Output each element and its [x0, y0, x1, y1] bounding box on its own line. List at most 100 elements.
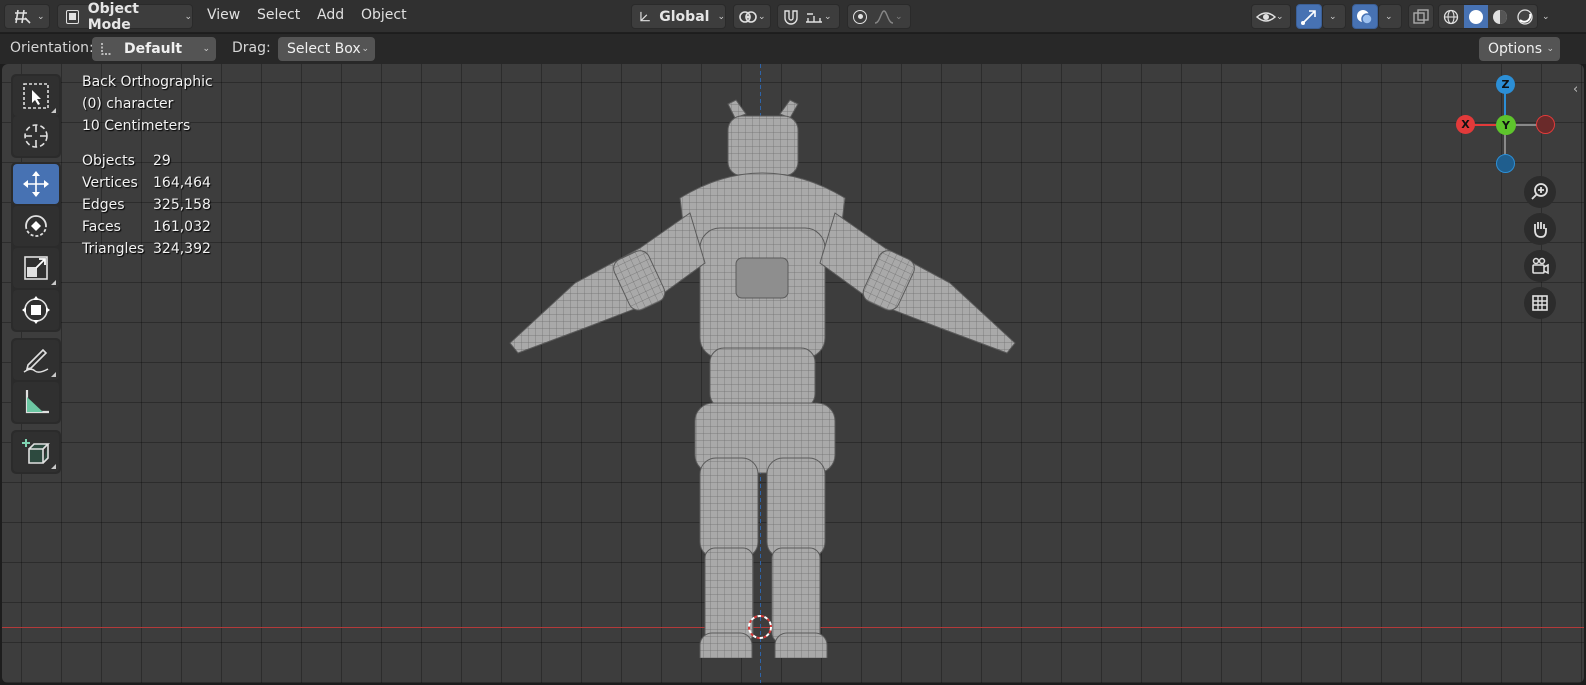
solid-shading-icon[interactable]: [1463, 5, 1488, 28]
mode-selector[interactable]: Object Mode ⌄: [57, 1, 193, 33]
pan-button[interactable]: [1524, 213, 1556, 245]
gizmo-neg-x-axis[interactable]: [1536, 115, 1555, 134]
orientation-label: Global: [659, 8, 710, 25]
chevron-down-icon: ⌄: [1329, 11, 1337, 22]
zoom-button[interactable]: [1524, 176, 1556, 208]
ortho-toggle-button[interactable]: [1524, 287, 1556, 319]
transform-icon: [22, 296, 50, 324]
material-shading-icon[interactable]: [1488, 5, 1513, 28]
xray-toggle[interactable]: [1408, 4, 1434, 29]
shading-options[interactable]: ⌄: [1540, 4, 1558, 29]
stat-triangles-label: Triangles: [82, 241, 145, 257]
select-box-icon: [23, 83, 49, 109]
view-name: Back Orthographic: [82, 74, 213, 90]
proportional-edit-icon: [853, 9, 867, 24]
drag-dropdown[interactable]: Select Box ⌄: [278, 37, 375, 61]
orientation-label: Orientation:: [10, 40, 94, 56]
3d-viewport[interactable]: Back Orthographic (0) character 10 Centi…: [2, 64, 1584, 683]
cursor-tool[interactable]: [13, 116, 59, 156]
chevron-down-icon: ⌄: [758, 11, 766, 22]
menu-select[interactable]: Select: [257, 7, 300, 23]
chevron-down-icon: ⌄: [202, 44, 210, 54]
falloff-curve-icon: [874, 9, 894, 24]
annotate-tool[interactable]: [13, 340, 59, 380]
collection-line: (0) character: [82, 96, 174, 112]
stat-vertices-value: 164,464: [153, 175, 211, 191]
chevron-down-icon: ⌄: [1546, 44, 1554, 54]
gizmo-x-axis[interactable]: X: [1456, 115, 1475, 134]
chevron-down-icon: ⌄: [824, 11, 832, 22]
overlays-icon: [1357, 9, 1373, 25]
measure-tool[interactable]: [13, 382, 59, 422]
viewport-header: ⌄ Object Mode ⌄ View Select Add Object G…: [0, 0, 1586, 33]
character-model[interactable]: [500, 64, 1060, 658]
orientation-dropdown[interactable]: Default ⌄: [92, 37, 216, 61]
add-cube-tool[interactable]: [13, 432, 59, 472]
move-icon: [23, 171, 49, 197]
pivot-icon: [739, 10, 757, 23]
camera-view-button[interactable]: [1524, 250, 1556, 282]
editor-type-button[interactable]: ⌄: [4, 4, 50, 29]
rendered-shading-icon[interactable]: [1513, 5, 1538, 28]
grid-editor-icon: [15, 9, 31, 24]
move-tool[interactable]: [13, 164, 59, 204]
transform-tool[interactable]: [13, 290, 59, 330]
wireframe-shading-icon[interactable]: [1439, 5, 1464, 28]
gizmo-options[interactable]: ⌄: [1322, 4, 1346, 29]
scale-tool[interactable]: [13, 248, 59, 288]
overlays-toggle[interactable]: [1352, 4, 1378, 29]
proportional-edit-group[interactable]: ⌄: [847, 4, 911, 29]
gizmo-y-axis[interactable]: Y: [1496, 115, 1516, 135]
menu-object[interactable]: Object: [361, 7, 407, 23]
grid-icon: [1532, 295, 1548, 311]
magnet-icon: [784, 9, 798, 25]
stat-faces-value: 161,032: [153, 219, 211, 235]
menu-add[interactable]: Add: [317, 7, 344, 23]
hand-icon: [1534, 222, 1547, 238]
measure-icon: [25, 390, 49, 414]
orientation-axes-icon: [101, 43, 112, 55]
chevron-down-icon: ⌄: [1276, 11, 1284, 22]
select-box-tool[interactable]: [13, 76, 59, 116]
gizmo-toggle[interactable]: [1296, 4, 1322, 29]
orientation-axes-icon: [640, 11, 650, 21]
cursor-icon: [24, 124, 48, 148]
visibility-selector[interactable]: ⌄: [1251, 4, 1291, 29]
snap-increment-icon: [806, 12, 822, 23]
chevron-down-icon: ⌄: [895, 11, 903, 22]
menu-view[interactable]: View: [207, 7, 240, 23]
scale-icon: [24, 256, 48, 280]
sidebar-toggle-icon[interactable]: ‹: [1573, 82, 1578, 97]
add-cube-icon: [22, 439, 50, 464]
snap-group[interactable]: ⌄: [777, 4, 840, 29]
chevron-down-icon: ⌄: [37, 11, 45, 22]
camera-icon: [1532, 257, 1549, 275]
chevron-down-icon: ⌄: [361, 44, 369, 54]
rotate-tool[interactable]: [13, 206, 59, 246]
gizmo-neg-z-axis[interactable]: [1496, 154, 1515, 173]
pivot-point-selector[interactable]: ⌄: [733, 4, 771, 29]
chevron-down-icon: ⌄: [1542, 11, 1550, 22]
chevron-down-icon: ⌄: [1385, 11, 1393, 22]
transform-orientation-selector[interactable]: Global ⌄: [631, 4, 726, 29]
eye-icon: [1256, 11, 1276, 22]
rotate-icon: [25, 215, 47, 237]
orientation-value: Default: [124, 41, 183, 57]
stat-vertices-label: Vertices: [82, 175, 138, 191]
gizmo-z-axis[interactable]: Z: [1496, 75, 1515, 94]
object-mode-icon: [66, 9, 79, 24]
zoom-icon: [1531, 183, 1548, 200]
overlays-options[interactable]: ⌄: [1378, 4, 1402, 29]
stat-triangles-value: 324,392: [153, 241, 211, 257]
annotate-icon: [23, 348, 49, 373]
shading-mode-group[interactable]: [1438, 4, 1538, 29]
drag-value: Select Box: [287, 41, 361, 57]
stat-objects-label: Objects: [82, 153, 135, 169]
3d-cursor-icon[interactable]: [745, 612, 775, 642]
chevron-down-icon: ⌄: [717, 11, 725, 22]
stat-edges-label: Edges: [82, 197, 125, 213]
drag-label: Drag:: [232, 40, 271, 56]
stat-edges-value: 325,158: [153, 197, 211, 213]
options-label: Options: [1488, 41, 1543, 57]
options-dropdown[interactable]: Options ⌄: [1479, 37, 1560, 61]
